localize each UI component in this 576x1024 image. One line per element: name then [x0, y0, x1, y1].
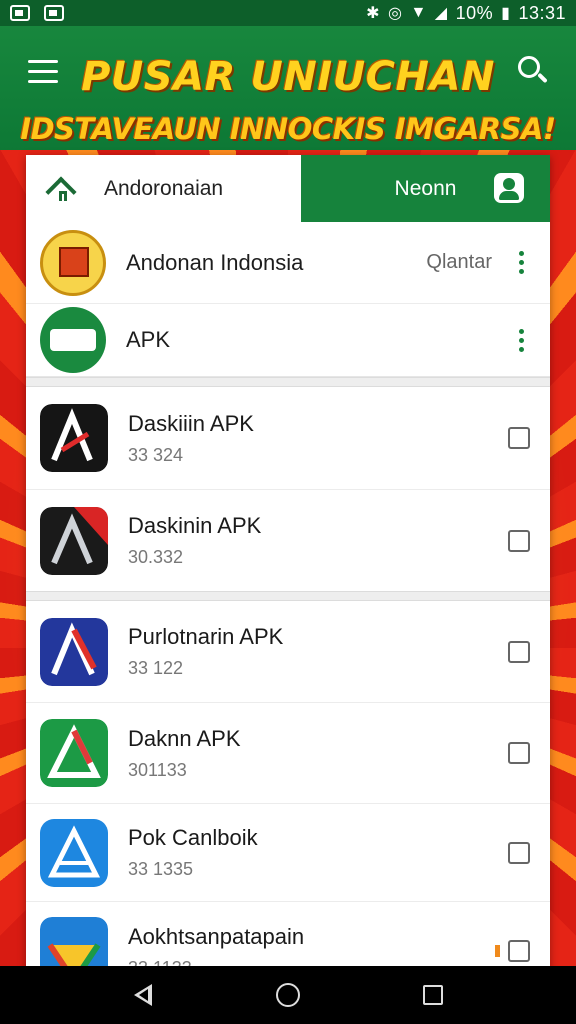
wifi-icon: ▼: [410, 4, 427, 21]
select-checkbox[interactable]: [508, 427, 530, 449]
page-subtitle: IDSTAVEAUN INNOCKIS IMGARSA!: [20, 112, 556, 146]
section-divider: [26, 377, 550, 387]
navigation-bar: [0, 966, 576, 1024]
home-icon: [45, 175, 80, 208]
tab-bar: Andoronaian Neonn: [26, 155, 550, 222]
bluetooth-icon: ✱: [366, 5, 380, 22]
app-group: Purlotnarin APK 33 122 Daknn APK 301133 …: [26, 601, 550, 975]
app-name: Pok Canlboik: [128, 825, 258, 850]
tab-secondary[interactable]: Neonn: [301, 155, 550, 222]
gallery-notification-icon: [44, 5, 64, 21]
app-row[interactable]: Purlotnarin APK 33 122: [26, 601, 550, 703]
battery-icon: ▮: [501, 5, 511, 22]
signal-icon: ◢: [434, 5, 448, 22]
page-title: PUSAR UNIUCHAN: [81, 54, 495, 100]
section-divider: [26, 591, 550, 601]
app-size: 33 122: [128, 658, 184, 678]
app-icon: [40, 506, 108, 575]
app-name: Purlotnarin APK: [128, 624, 284, 649]
apk-logo: [40, 307, 106, 373]
app-icon: [40, 617, 108, 686]
tab-home[interactable]: Andoronaian: [26, 155, 301, 222]
recents-button[interactable]: [419, 981, 447, 1009]
app-size: 33 324: [128, 444, 184, 465]
notification-icon: [10, 5, 30, 21]
select-checkbox[interactable]: [508, 640, 530, 663]
app-name: Aokhtsanpatapain: [128, 923, 305, 949]
select-checkbox[interactable]: [508, 742, 530, 764]
update-indicator: [495, 945, 500, 957]
list-item-action[interactable]: Qlantar: [426, 251, 492, 274]
user-icon[interactable]: [494, 173, 524, 203]
tab-home-label: Andoronaian: [104, 176, 224, 200]
emblem-logo: [40, 229, 106, 296]
app-size: 30.332: [128, 547, 184, 567]
app-name: Daskinin APK: [128, 513, 262, 538]
app-name: Daknn APK: [128, 725, 241, 751]
app-row[interactable]: Pok Canlboik 33 1335: [26, 804, 550, 902]
app-icon: [40, 404, 108, 472]
tab-secondary-label: Neonn: [394, 176, 457, 200]
app-name: Daskiiin APK: [128, 410, 254, 436]
app-row[interactable]: Daskinin APK 30.332: [26, 490, 550, 591]
clock: 13:31: [518, 2, 566, 23]
app-row[interactable]: Daskiiin APK 33 324: [26, 387, 550, 490]
select-checkbox[interactable]: [508, 529, 530, 552]
app-header: PUSAR UNIUCHAN IDSTAVEAUN INNOCKIS IMGAR…: [0, 26, 576, 156]
app-size: 33 1335: [128, 859, 194, 879]
back-button[interactable]: [129, 981, 157, 1009]
search-icon[interactable]: [516, 54, 550, 88]
app-group: Daskiiin APK 33 324 Daskinin APK 30.332: [26, 387, 550, 591]
list-item[interactable]: APK: [26, 304, 550, 376]
home-circle-icon: [275, 983, 300, 1007]
status-bar: ✱ ◎ ▼ ◢ 10% ▮ 13:31: [0, 0, 576, 26]
alarm-icon: ◎: [387, 5, 403, 22]
home-button[interactable]: [274, 981, 302, 1009]
more-vert-icon[interactable]: [506, 251, 536, 274]
select-checkbox[interactable]: [508, 940, 530, 962]
app-size: 301133: [128, 759, 187, 780]
battery-level: 10%: [455, 2, 494, 23]
select-checkbox[interactable]: [508, 841, 530, 864]
app-icon: [40, 818, 108, 887]
list-item-title: APK: [126, 327, 171, 352]
recents-icon: [423, 985, 444, 1005]
app-row[interactable]: Daknn APK 301133: [26, 703, 550, 804]
app-icon: [40, 719, 108, 787]
app-row[interactable]: Aokhtsanpatapain 33 1133: [26, 902, 550, 975]
main-card: Andoronaian Neonn Andonan Indonsia Qlant…: [26, 155, 550, 975]
list-item[interactable]: Andonan Indonsia Qlantar: [26, 222, 550, 304]
list-item-title: Andonan Indonsia: [126, 249, 304, 275]
more-vert-icon[interactable]: [506, 328, 536, 352]
featured-section: Andonan Indonsia Qlantar APK: [26, 222, 550, 377]
back-icon: [133, 984, 152, 1006]
